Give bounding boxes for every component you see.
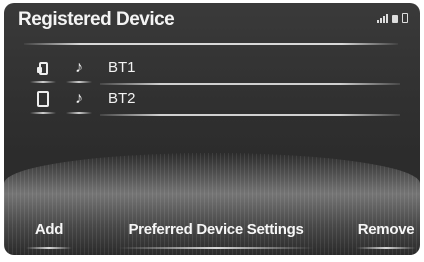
row-divider	[100, 114, 400, 116]
device-row-bt1[interactable]: ♪ BT1	[4, 55, 420, 85]
registered-device-screen: Registered Device ♪ BT1 ♪ BT2 Add Prefer…	[4, 3, 420, 255]
phone-connected-icon[interactable]	[28, 55, 58, 83]
battery-icon	[392, 15, 398, 23]
phone-icon[interactable]	[28, 86, 58, 114]
device-name: BT1	[108, 59, 136, 76]
add-button[interactable]: Add	[26, 221, 72, 249]
music-note-icon[interactable]: ♪	[64, 86, 94, 114]
signal-icon	[377, 14, 388, 23]
device-name: BT2	[108, 90, 136, 107]
preferred-device-settings-button[interactable]: Preferred Device Settings	[118, 221, 314, 249]
status-icons	[377, 13, 408, 23]
bluetooth-icon	[402, 13, 408, 23]
page-title: Registered Device	[18, 9, 175, 30]
title-divider	[24, 43, 398, 45]
device-row-bt2[interactable]: ♪ BT2	[4, 86, 420, 116]
music-note-icon[interactable]: ♪	[64, 55, 94, 83]
row-divider	[100, 83, 400, 85]
remove-button[interactable]: Remove	[356, 221, 416, 249]
